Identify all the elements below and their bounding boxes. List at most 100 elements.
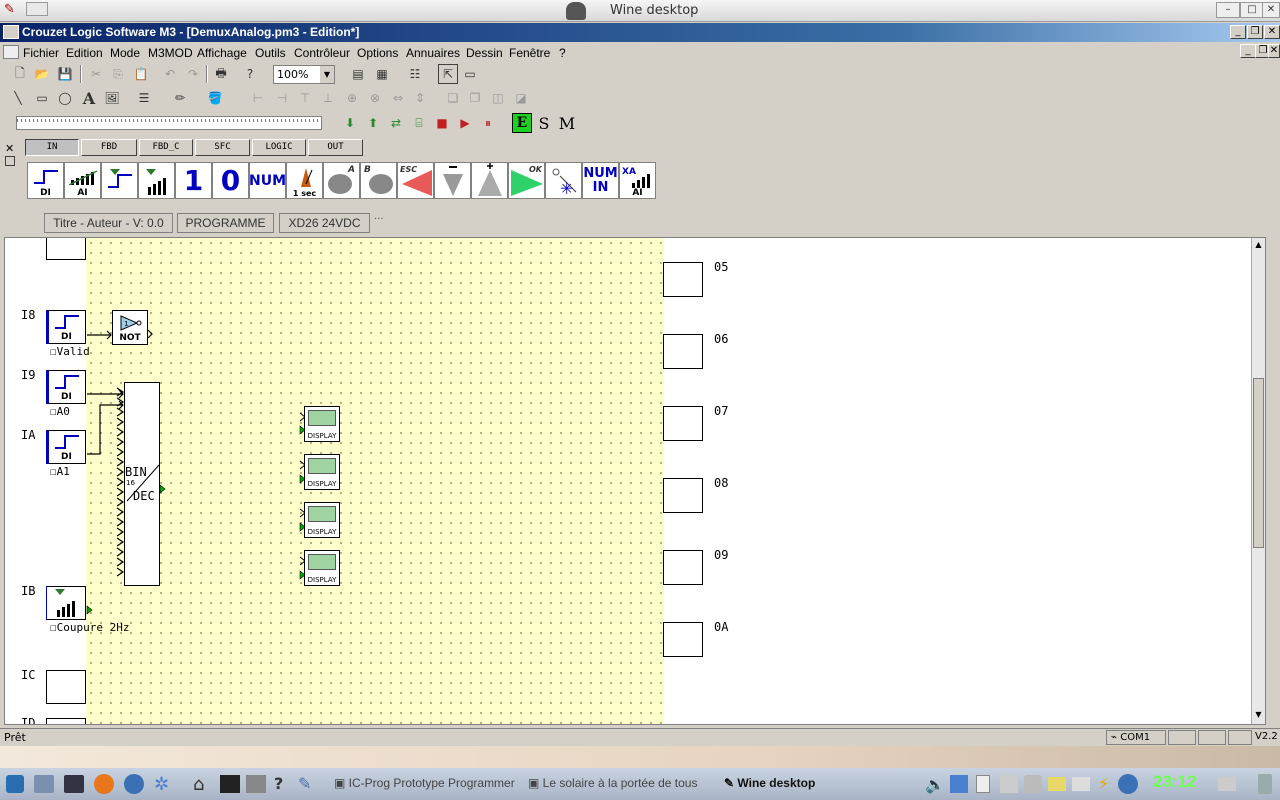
run-icon[interactable]: ▶: [455, 113, 475, 133]
line-width-icon[interactable]: ☰: [134, 88, 154, 108]
bin-dec-block[interactable]: BIN 16 DEC: [124, 382, 160, 586]
trash-icon[interactable]: [1258, 774, 1272, 794]
tray-keyboard-icon[interactable]: [1218, 777, 1236, 791]
tab-out[interactable]: OUT: [308, 139, 363, 156]
help-icon[interactable]: ?: [240, 64, 260, 84]
palette-clock-1sec[interactable]: 1 sec: [286, 162, 323, 199]
palette-ai-filter[interactable]: [138, 162, 175, 199]
palette-key-b[interactable]: B: [360, 162, 397, 199]
tray-notes-icon[interactable]: [1048, 777, 1066, 791]
network-icon[interactable]: [950, 775, 968, 793]
menu-mode[interactable]: Mode: [110, 46, 140, 60]
copy-icon[interactable]: ⎘: [108, 64, 128, 84]
display-block[interactable]: DISPLAY: [304, 550, 340, 586]
save-icon[interactable]: 💾: [55, 64, 75, 84]
display-block[interactable]: DISPLAY: [304, 454, 340, 490]
header-program-box[interactable]: PROGRAMME: [177, 213, 274, 233]
input-block-id[interactable]: [46, 718, 86, 724]
center-v-icon[interactable]: ⊗: [365, 88, 385, 108]
output-block-08[interactable]: [663, 478, 703, 513]
scroll-up-icon[interactable]: ▲: [1253, 240, 1264, 252]
output-block-09[interactable]: [663, 550, 703, 585]
compare-icon[interactable]: ⇄: [386, 113, 406, 133]
tools-icon[interactable]: ✎: [298, 774, 311, 793]
new-file-icon[interactable]: 🗋: [10, 64, 30, 84]
palette-constant-zero[interactable]: 0: [212, 162, 249, 199]
header-more-icon[interactable]: ···: [374, 214, 384, 225]
volume-icon[interactable]: 🔈: [925, 775, 945, 794]
settings-icon[interactable]: ✲: [154, 774, 174, 795]
program-canvas[interactable]: I8 DI ☐Valid I9 DI ☐A0 IA DI ☐A1 IB ☐Cou…: [4, 237, 1266, 725]
start-menu-icon[interactable]: [6, 775, 24, 793]
line-tool-icon[interactable]: ╲: [8, 88, 28, 108]
tab-sfc[interactable]: SFC: [195, 139, 250, 156]
align-left-icon[interactable]: ⊢: [248, 88, 268, 108]
space-h-icon[interactable]: ⇔: [388, 88, 408, 108]
tray-browser-icon[interactable]: [1118, 774, 1138, 794]
menu-fichier[interactable]: Fichier: [23, 46, 59, 60]
simulation-s-button[interactable]: S: [534, 113, 554, 133]
pen-color-icon[interactable]: ✏: [170, 88, 190, 108]
paste-icon[interactable]: 📋: [131, 64, 151, 84]
wine-close-button[interactable]: ✕: [1262, 2, 1280, 18]
system-icon[interactable]: [246, 775, 266, 793]
firefox-icon[interactable]: [94, 774, 114, 794]
open-folder-icon[interactable]: 📂: [32, 64, 52, 84]
tab-fbd-c[interactable]: FBD_C: [139, 139, 193, 156]
front-icon[interactable]: ◫: [488, 88, 508, 108]
app-icon[interactable]: [3, 25, 19, 39]
stop-icon[interactable]: ■: [432, 113, 452, 133]
palette-backlight[interactable]: ✳: [545, 162, 582, 199]
output-block-0a[interactable]: [663, 622, 703, 657]
table-view-icon[interactable]: ▤: [348, 64, 368, 84]
palette-key-esc[interactable]: ESC: [397, 162, 434, 199]
menu-help[interactable]: ?: [559, 46, 566, 60]
help-icon[interactable]: ?: [274, 774, 283, 793]
tab-logic[interactable]: LOGIC: [252, 139, 306, 156]
image-tool-icon[interactable]: 🖼: [102, 88, 122, 108]
tray-power-icon[interactable]: ⚡: [1098, 774, 1109, 793]
wine-minimize-icon[interactable]: [26, 2, 48, 16]
tray-lock-icon[interactable]: [1024, 775, 1042, 793]
palette-key-a[interactable]: A: [323, 162, 360, 199]
grid-icon[interactable]: ▦: [372, 64, 392, 84]
download-icon[interactable]: ⬇: [340, 113, 360, 133]
menu-annuaires[interactable]: Annuaires: [406, 46, 460, 60]
ungroup-icon[interactable]: ❐: [465, 88, 485, 108]
palette-side-handle[interactable]: ✕: [4, 138, 16, 198]
input-block-ib[interactable]: [46, 586, 86, 620]
center-h-icon[interactable]: ⊕: [342, 88, 362, 108]
console-icon[interactable]: [220, 775, 240, 793]
wine-min-button[interactable]: –: [1216, 2, 1240, 18]
task-icprog[interactable]: ▣ IC-Prog Prototype Programmer: [334, 776, 515, 790]
monitoring-m-button[interactable]: M: [557, 113, 577, 133]
ellipse-tool-icon[interactable]: ◯: [55, 88, 75, 108]
file-manager-icon[interactable]: [34, 775, 54, 793]
header-controller-box[interactable]: XD26 24VDC: [279, 213, 370, 233]
tree-icon[interactable]: ☷: [405, 64, 425, 84]
upload-icon[interactable]: ⬆: [363, 113, 383, 133]
palette-ai[interactable]: AI: [64, 162, 101, 199]
palette-num[interactable]: NUM: [249, 162, 286, 199]
palette-constant-one[interactable]: 1: [175, 162, 212, 199]
header-title-box[interactable]: Titre - Auteur - V: 0.0: [44, 213, 173, 233]
menu-fenetre[interactable]: Fenêtre: [509, 46, 550, 60]
output-block-06[interactable]: [663, 334, 703, 369]
thunderbird-icon[interactable]: [124, 774, 144, 794]
pause-icon[interactable]: ⏸: [478, 113, 498, 133]
vertical-scrollbar[interactable]: ▲ ▼: [1251, 238, 1265, 724]
clipboard-icon[interactable]: [976, 775, 990, 793]
edit-mode-icon[interactable]: ⇱: [438, 64, 458, 84]
align-right-icon[interactable]: ⊣: [272, 88, 292, 108]
menu-outils[interactable]: Outils: [255, 46, 286, 60]
edit-e-button[interactable]: E: [512, 113, 532, 133]
terminal-icon[interactable]: [64, 775, 84, 793]
print-icon[interactable]: 🖶: [211, 64, 231, 84]
input-block-ia[interactable]: DI: [46, 430, 86, 464]
tray-mail-icon[interactable]: [1072, 777, 1090, 791]
menu-affichage[interactable]: Affichage: [197, 46, 247, 60]
menu-options[interactable]: Options: [357, 46, 398, 60]
scroll-down-icon[interactable]: ▼: [1253, 710, 1264, 722]
connect-icon[interactable]: ⌸: [409, 113, 429, 133]
app-restore-button[interactable]: ❐: [1247, 25, 1263, 39]
